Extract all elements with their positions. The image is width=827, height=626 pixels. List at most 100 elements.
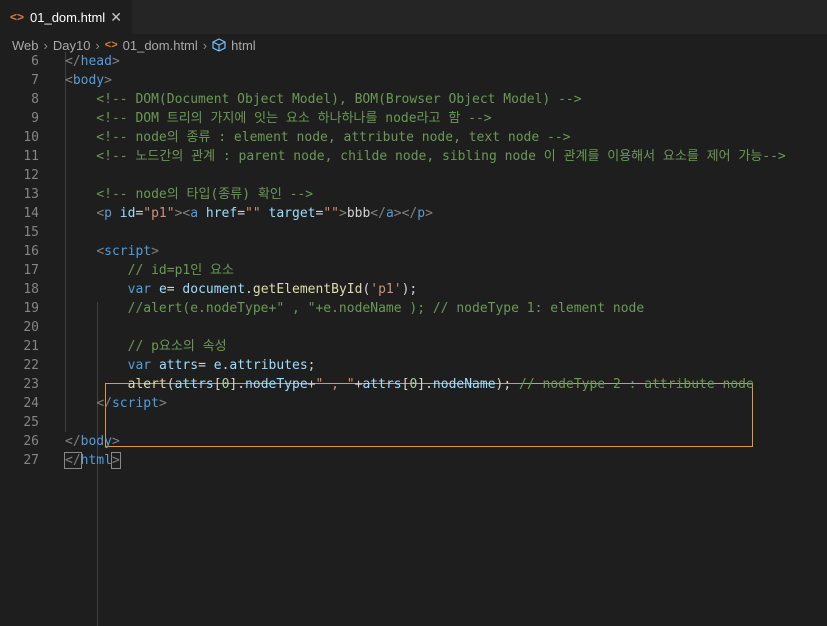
line-code: //alert(e.nodeType+" , "+e.nodeName ); /… — [65, 299, 645, 318]
line-code: <!-- node의 종류 : element node, attribute … — [65, 128, 570, 147]
code-line[interactable]: 17 // id=p1인 요소 — [0, 261, 827, 280]
breadcrumb-web[interactable]: Web — [12, 38, 39, 53]
line-code: var attrs= e.attributes; — [65, 356, 316, 375]
line-number: 19 — [23, 301, 39, 316]
breadcrumb-day10[interactable]: Day10 — [53, 38, 91, 53]
line-number: 16 — [23, 244, 39, 259]
line-number: 23 — [23, 377, 39, 392]
code-line[interactable]: 8 <!-- DOM(Document Object Model), BOM(B… — [0, 90, 827, 109]
code-token: alert — [127, 377, 167, 392]
code-line[interactable]: 24 </script> — [0, 394, 827, 413]
code-line[interactable]: 13 <!-- node의 타입(종류) 확인 --> — [0, 185, 827, 204]
code-token: <!-- DOM 트리의 가지에 잇는 요소 하나하나를 node라고 함 --… — [65, 111, 492, 126]
code-token: > — [158, 396, 167, 411]
close-icon[interactable]: ✕ — [110, 9, 122, 26]
code-line[interactable]: 27 </html> — [0, 451, 827, 470]
breadcrumb-file[interactable]: 01_dom.html — [123, 38, 198, 53]
tab-01-dom-html[interactable]: <> 01_dom.html ✕ — [0, 0, 132, 34]
line-number: 10 — [23, 130, 39, 145]
code-line[interactable]: 14 <p id="p1"><a href="" target="">bbb</… — [0, 204, 827, 223]
code-token: target — [268, 206, 316, 221]
code-token: <!-- node의 종류 : element node, attribute … — [65, 130, 571, 145]
code-token: // id=p1인 요소 — [65, 263, 234, 278]
breadcrumb-symbol[interactable]: html — [231, 38, 256, 53]
code-line[interactable]: 21 // p요소의 속성 — [0, 337, 827, 356]
code-token: </ — [65, 434, 81, 449]
line-code: <p id="p1"><a href="" target="">bbb</a><… — [65, 204, 433, 223]
code-line[interactable]: 11 <!-- 노드간의 관계 : parent node, childe no… — [0, 147, 827, 166]
code-token: </ — [64, 452, 82, 469]
code-token: > — [338, 206, 347, 221]
code-line[interactable]: 18 var e= document.getElementById('p1'); — [0, 280, 827, 299]
line-code: <!-- node의 타입(종류) 확인 --> — [65, 185, 313, 204]
code-token: + — [307, 377, 316, 392]
code-token: a — [190, 206, 199, 221]
code-token: </ — [65, 54, 81, 69]
code-token: > — [425, 206, 433, 221]
code-line[interactable]: 22 var attrs= e.attributes; — [0, 356, 827, 375]
line-number: 13 — [23, 187, 39, 202]
code-token: attributes — [229, 358, 308, 373]
code-line[interactable]: 20 — [0, 318, 827, 337]
line-code: <!-- 노드간의 관계 : parent node, childe node,… — [65, 147, 785, 166]
code-line[interactable]: 9 <!-- DOM 트리의 가지에 잇는 요소 하나하나를 node라고 함 … — [0, 109, 827, 128]
code-token: = — [237, 206, 246, 221]
line-number: 18 — [23, 282, 39, 297]
code-editor[interactable]: 6 </head> 7 <body> 8 <!-- DOM(Document Objec… — [0, 52, 827, 626]
code-line[interactable]: 26 </body> — [0, 432, 827, 451]
code-line[interactable]: 12 — [0, 166, 827, 185]
code-lines: 6 </head> 7 <body> 8 <!-- DOM(Document Objec… — [0, 52, 827, 470]
code-token: attrs — [174, 377, 214, 392]
line-number: 7 — [31, 73, 39, 88]
code-line[interactable]: 19 //alert(e.nodeType+" , "+e.nodeName )… — [0, 299, 827, 318]
code-token: getElementById — [252, 282, 363, 297]
code-token: attrs — [362, 377, 402, 392]
code-line[interactable]: 6 </head> — [0, 52, 827, 71]
code-token: var — [127, 282, 152, 297]
code-line[interactable]: 15 — [0, 223, 827, 242]
code-line[interactable]: 7 <body> — [0, 71, 827, 90]
line-code: </script> — [65, 394, 167, 413]
line-code: </body> — [65, 432, 120, 451]
code-token: > — [110, 452, 121, 469]
code-token: id — [119, 206, 136, 221]
code-token: ; — [307, 358, 316, 373]
code-line[interactable]: 25 — [0, 413, 827, 432]
line-code: </html> — [64, 451, 121, 470]
line-code: <script> — [65, 242, 159, 261]
code-token: // p요소의 속성 — [65, 339, 227, 354]
code-token: var — [127, 358, 152, 373]
code-token: [ — [213, 377, 222, 392]
line-code: <body> — [65, 71, 112, 90]
code-line[interactable]: 23 alert(attrs[0].nodeType+" , "+attrs[0… — [0, 375, 827, 394]
code-line[interactable]: 16 <script> — [0, 242, 827, 261]
html-file-icon: <> — [10, 10, 25, 24]
line-code: <!-- DOM 트리의 가지에 잇는 요소 하나하나를 node라고 함 --… — [65, 109, 492, 128]
code-token: e — [158, 282, 167, 297]
code-token: "" — [323, 206, 339, 221]
line-code: <!-- DOM(Document Object Model), BOM(Bro… — [65, 90, 581, 109]
code-token: a — [385, 206, 394, 221]
line-code: // p요소의 속성 — [65, 337, 227, 356]
code-token: < — [96, 244, 105, 259]
chevron-right-icon: › — [202, 37, 208, 53]
line-number: 11 — [23, 149, 39, 164]
line-number: 8 — [31, 92, 39, 107]
line-number: 9 — [31, 111, 39, 126]
code-token: > — [111, 54, 120, 69]
code-token: > — [104, 73, 112, 88]
line-number: 27 — [23, 453, 39, 468]
html-file-icon: <> — [104, 39, 118, 51]
code-token: body — [80, 434, 112, 449]
code-token: attrs — [158, 358, 199, 373]
code-token: ]. — [229, 377, 246, 392]
code-token: > — [393, 206, 402, 221]
code-line[interactable]: 10 <!-- node의 종류 : element node, attribu… — [0, 128, 827, 147]
code-token: body — [72, 73, 105, 88]
line-number: 26 — [23, 434, 39, 449]
